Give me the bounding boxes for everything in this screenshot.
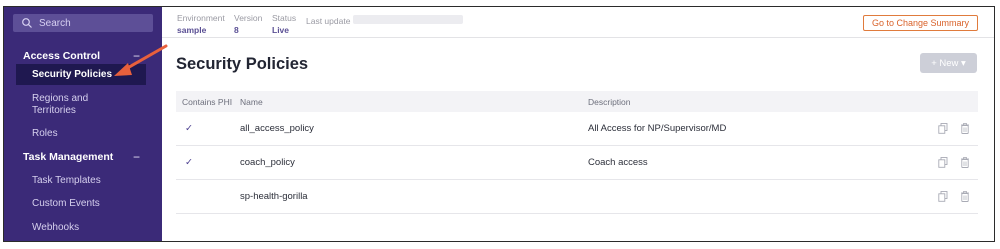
column-header-description[interactable]: Description	[588, 97, 926, 107]
phi-cell	[176, 191, 240, 202]
sidebar-item-label: Webhooks	[32, 222, 80, 233]
row-actions	[926, 157, 978, 168]
version-info: Version 8	[234, 13, 262, 35]
environment-info: Environment sample	[177, 13, 225, 35]
status-value: Live	[272, 25, 290, 35]
description-cell: All Access for NP/Supervisor/MD	[588, 123, 727, 134]
row-actions	[926, 123, 978, 134]
section-title: Access Control	[23, 50, 101, 62]
version-label: Version	[234, 13, 263, 23]
sidebar-item-label: Roles	[32, 128, 58, 139]
check-icon: ✓	[185, 123, 193, 134]
section-task-management[interactable]: Task Management −	[4, 146, 162, 168]
sidebar: Access Control − Security Policies Regio…	[4, 7, 162, 241]
sidebar-item-security-policies[interactable]: Security Policies	[16, 64, 146, 85]
search-icon	[22, 18, 32, 28]
table-row[interactable]: sp-health-gorilla	[176, 180, 978, 214]
column-header-contains-phi[interactable]: Contains PHI	[176, 97, 240, 107]
sidebar-item-regions-and-territories[interactable]: Regions and Territories	[16, 93, 116, 117]
app-window: Access Control − Security Policies Regio…	[3, 6, 995, 242]
sidebar-item-custom-events[interactable]: Custom Events	[16, 198, 146, 210]
last-update-redacted	[352, 15, 463, 24]
name-cell[interactable]: sp-health-gorilla	[240, 191, 588, 202]
search-box[interactable]	[13, 14, 153, 32]
top-bar: Environment sample Version 8 Status Live…	[162, 7, 994, 38]
copy-icon[interactable]	[938, 157, 948, 168]
phi-cell: ✓	[176, 123, 240, 134]
environment-value: sample	[177, 25, 207, 35]
sidebar-item-label: Task Templates	[32, 175, 101, 186]
delete-icon[interactable]	[960, 123, 970, 134]
sidebar-item-label: Regions and Territories	[32, 93, 89, 116]
new-button[interactable]: + New ▾	[920, 53, 977, 73]
last-update-label: Last update	[306, 16, 351, 26]
phi-cell: ✓	[176, 157, 240, 168]
description-cell: Coach access	[588, 157, 648, 168]
sidebar-item-task-templates[interactable]: Task Templates	[16, 175, 146, 187]
table-header: Contains PHI Name Description	[176, 91, 978, 112]
delete-icon[interactable]	[960, 191, 970, 202]
environment-label: Environment	[177, 13, 225, 23]
status-info: Status Live	[272, 13, 296, 35]
sidebar-item-webhooks[interactable]: Webhooks	[16, 222, 146, 234]
copy-icon[interactable]	[938, 123, 948, 134]
search-input[interactable]	[39, 17, 139, 29]
section-title: Task Management	[23, 151, 114, 163]
column-header-name[interactable]: Name	[240, 97, 588, 107]
table-row[interactable]: ✓ all_access_policy All Access for NP/Su…	[176, 112, 978, 146]
name-cell[interactable]: coach_policy	[240, 157, 588, 168]
table-row[interactable]: ✓ coach_policy Coach access	[176, 146, 978, 180]
sidebar-item-roles[interactable]: Roles	[16, 128, 146, 140]
go-to-change-summary-button[interactable]: Go to Change Summary	[862, 15, 978, 31]
page-title: Security Policies	[176, 55, 309, 73]
copy-icon[interactable]	[938, 191, 948, 202]
sidebar-item-label: Custom Events	[32, 198, 100, 209]
version-value: 8	[234, 25, 239, 35]
last-update-info: Last update	[306, 13, 463, 26]
delete-icon[interactable]	[960, 157, 970, 168]
row-actions	[926, 191, 978, 202]
name-cell[interactable]: all_access_policy	[240, 123, 588, 134]
status-label: Status	[272, 13, 297, 23]
check-icon: ✓	[185, 157, 193, 168]
collapse-icon[interactable]: −	[133, 49, 140, 63]
sidebar-item-label: Security Policies	[32, 68, 113, 80]
policies-table: Contains PHI Name Description ✓ all_acce…	[176, 91, 978, 214]
collapse-icon[interactable]: −	[133, 150, 140, 164]
